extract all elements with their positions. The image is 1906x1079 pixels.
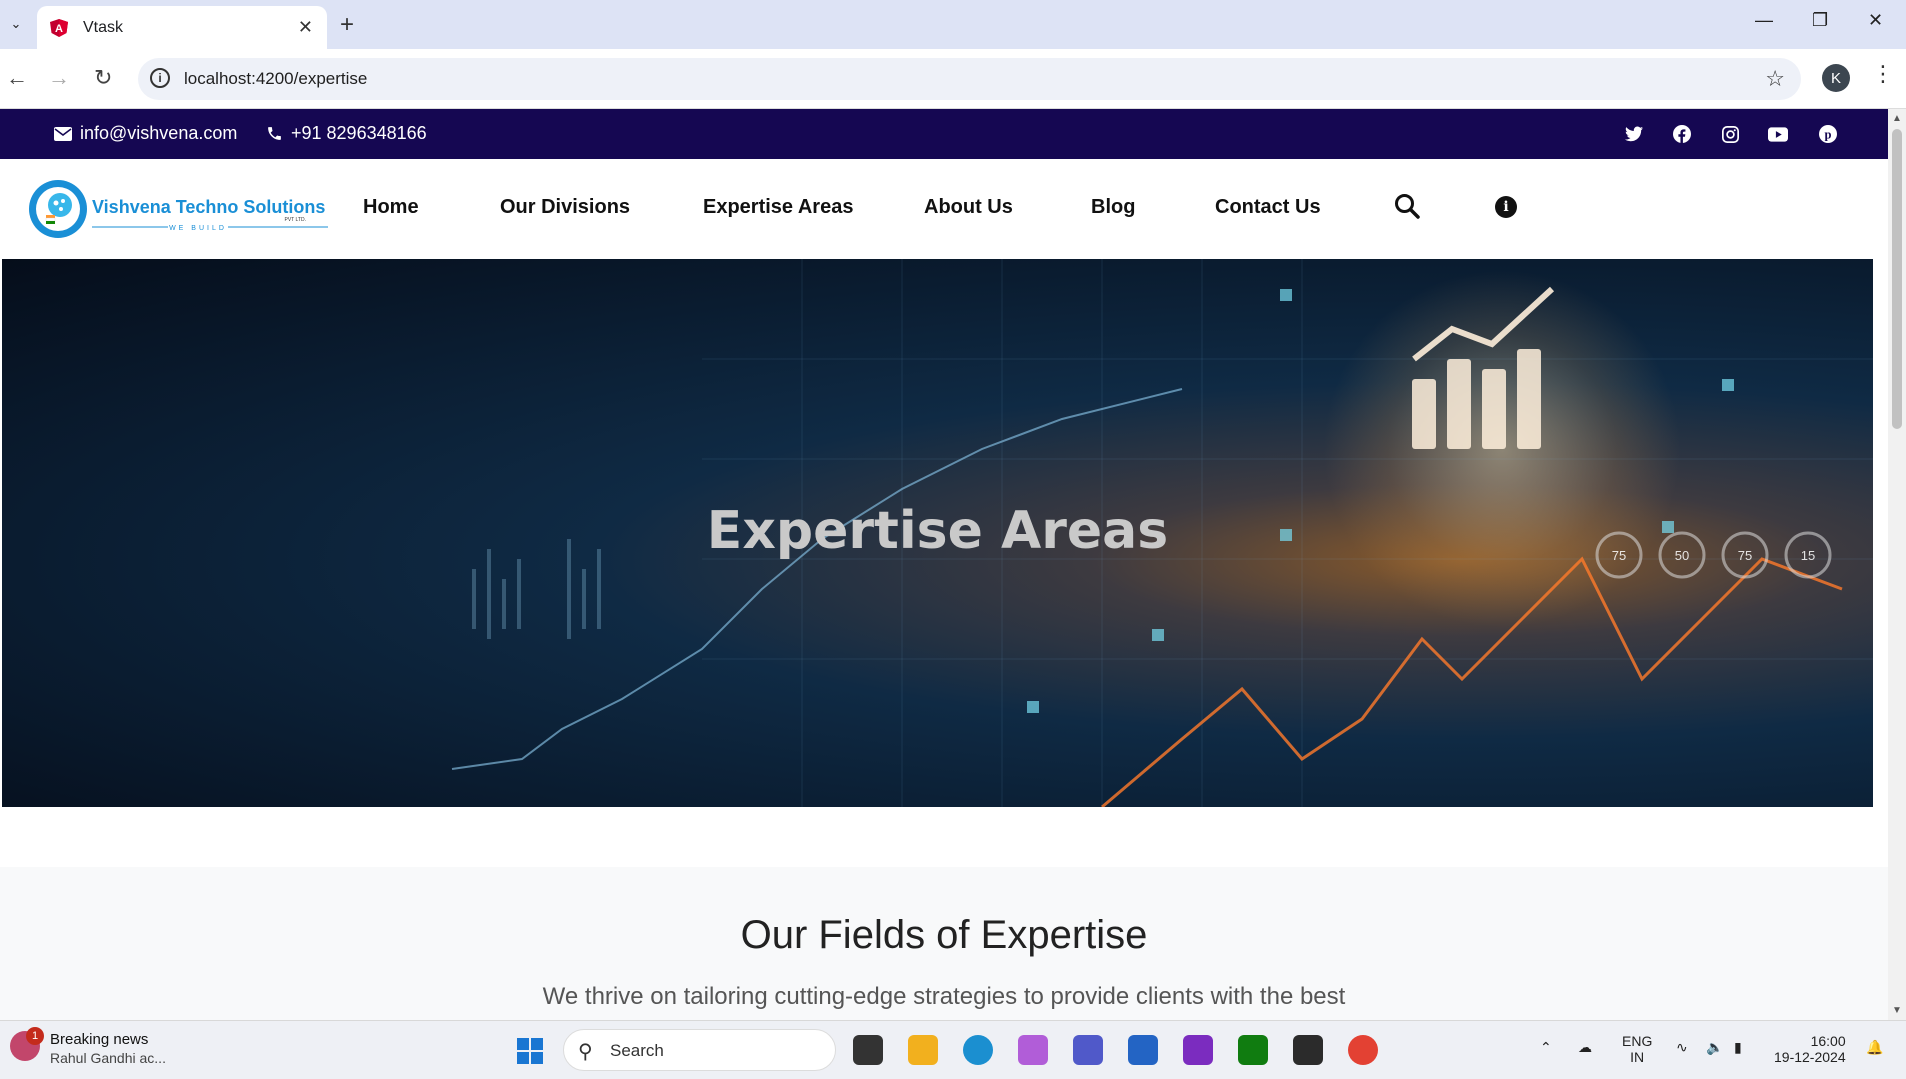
reload-icon[interactable]: ↻	[94, 65, 112, 91]
edge-icon[interactable]	[963, 1035, 993, 1065]
expertise-section: Our Fields of Expertise We thrive on tai…	[0, 867, 1888, 1020]
contact-top-bar: info@vishvena.com +91 8296348166 p	[0, 109, 1888, 159]
battery-icon[interactable]: ▮	[1734, 1039, 1742, 1056]
envelope-icon	[54, 126, 72, 141]
notifications-icon[interactable]: 🔔	[1866, 1039, 1883, 1056]
omnibox[interactable]: i localhost:4200/expertise ☆	[138, 58, 1801, 100]
instagram-icon[interactable]	[1720, 124, 1740, 144]
taskbar-search-icon: ⚲	[578, 1041, 593, 1063]
info-icon[interactable]: i	[1495, 196, 1517, 218]
svg-text:WE BUILD: WE BUILD	[169, 225, 227, 232]
terminal-icon[interactable]	[1293, 1035, 1323, 1065]
restore-icon[interactable]: ❐	[1812, 10, 1828, 31]
page-scrollbar[interactable]: ▲ ▼	[1888, 109, 1906, 1020]
taskbar-search[interactable]: ⚲ Search	[563, 1029, 836, 1071]
clock-date: 19-12-2024	[1774, 1049, 1846, 1065]
close-window-icon[interactable]: ✕	[1868, 10, 1883, 31]
podcast-app-icon[interactable]	[1183, 1035, 1213, 1065]
phone-text: +91 8296348166	[291, 123, 427, 143]
taskbar-search-label: Search	[610, 1041, 664, 1060]
profile-avatar[interactable]: K	[1822, 64, 1850, 92]
bookmark-star-icon[interactable]: ☆	[1765, 66, 1785, 92]
url-text[interactable]: localhost:4200/expertise	[184, 69, 367, 89]
news-badge: 1	[26, 1027, 44, 1045]
page-viewport: info@vishvena.com +91 8296348166 p Vishv…	[0, 109, 1888, 1020]
main-navigation: Vishvena Techno Solutions PVT LTD. WE BU…	[0, 159, 1888, 259]
facebook-icon[interactable]	[1672, 124, 1692, 144]
twitter-icon[interactable]	[1624, 124, 1644, 144]
tab-close-icon[interactable]: ✕	[298, 17, 313, 38]
file-explorer-icon[interactable]	[908, 1035, 938, 1065]
email-link[interactable]: info@vishvena.com	[54, 123, 237, 144]
hero-title: Expertise Areas	[706, 501, 1169, 561]
svg-text:Vishvena Techno Solutions: Vishvena Techno Solutions	[92, 197, 325, 217]
section-description: We thrive on tailoring cutting-edge stra…	[542, 983, 1346, 1010]
clock-time: 16:00	[1810, 1033, 1846, 1049]
teams-icon[interactable]	[1073, 1035, 1103, 1065]
tab-title: Vtask	[83, 18, 124, 36]
forward-icon[interactable]: →	[48, 65, 70, 91]
scrollbar-thumb[interactable]	[1892, 129, 1902, 429]
browser-tab-bar: ⌄ A Vtask ✕ + — ❐ ✕	[0, 0, 1906, 49]
search-icon[interactable]	[1394, 193, 1420, 219]
scroll-down-icon[interactable]: ▼	[1892, 1005, 1902, 1016]
angular-favicon-icon: A	[50, 18, 68, 37]
volume-icon[interactable]: 🔈	[1706, 1039, 1723, 1056]
browser-tab[interactable]: A Vtask ✕	[37, 6, 327, 49]
company-logo[interactable]: Vishvena Techno Solutions PVT LTD. WE BU…	[28, 179, 338, 239]
chrome-icon[interactable]	[1348, 1035, 1378, 1065]
nav-blog[interactable]: Blog	[1091, 196, 1135, 219]
nav-contact-us[interactable]: Contact Us	[1215, 196, 1321, 219]
email-text: info@vishvena.com	[80, 123, 238, 143]
scroll-up-icon[interactable]: ▲	[1892, 113, 1902, 124]
store-icon[interactable]	[1128, 1035, 1158, 1065]
clock[interactable]: 16:00 19-12-2024	[1774, 1033, 1846, 1065]
hero-banner: 75 50 75 15 Expertise Areas	[2, 259, 1873, 807]
news-icon: 1	[10, 1027, 44, 1061]
tab-search-dropdown-icon[interactable]: ⌄	[4, 12, 28, 36]
svg-text:PVT LTD.: PVT LTD.	[285, 217, 307, 223]
svg-text:p: p	[1824, 128, 1831, 142]
section-heading: Our Fields of Expertise	[740, 913, 1148, 957]
minimize-icon[interactable]: —	[1755, 10, 1773, 31]
news-widget[interactable]: 1 Breaking news Rahul Gandhi ac...	[10, 1027, 166, 1066]
wifi-icon[interactable]: ∿	[1676, 1039, 1688, 1056]
language-indicator[interactable]: ENG IN	[1622, 1033, 1652, 1065]
show-hidden-icons-icon[interactable]: ⌃	[1540, 1039, 1552, 1056]
logo-graphic: Vishvena Techno Solutions PVT LTD. WE BU…	[29, 180, 328, 238]
nav-our-divisions[interactable]: Our Divisions	[500, 196, 630, 219]
address-bar: ← → ↻ i localhost:4200/expertise ☆ K ⋮	[0, 49, 1906, 109]
windows-start-icon[interactable]	[517, 1038, 543, 1064]
youtube-icon[interactable]	[1768, 124, 1788, 144]
phone-icon	[268, 127, 281, 140]
svg-text:A: A	[55, 23, 63, 35]
windows-taskbar: 1 Breaking news Rahul Gandhi ac... ⚲ Sea…	[0, 1020, 1906, 1079]
back-icon[interactable]: ←	[6, 65, 28, 91]
phone-link[interactable]: +91 8296348166	[266, 123, 427, 144]
onedrive-icon[interactable]: ☁	[1578, 1039, 1592, 1056]
pinterest-icon[interactable]: p	[1818, 124, 1838, 144]
nav-expertise-areas[interactable]: Expertise Areas	[703, 196, 853, 219]
copilot-icon[interactable]	[1018, 1035, 1048, 1065]
news-title: Breaking news	[50, 1031, 149, 1048]
nav-home[interactable]: Home	[363, 196, 419, 219]
browser-menu-icon[interactable]: ⋮	[1872, 61, 1894, 87]
xbox-icon[interactable]	[1238, 1035, 1268, 1065]
site-info-icon[interactable]: i	[150, 68, 170, 88]
task-view-icon[interactable]	[853, 1035, 883, 1065]
nav-about-us[interactable]: About Us	[924, 196, 1013, 219]
new-tab-icon[interactable]: +	[340, 11, 354, 39]
news-subtitle: Rahul Gandhi ac...	[50, 1050, 166, 1066]
